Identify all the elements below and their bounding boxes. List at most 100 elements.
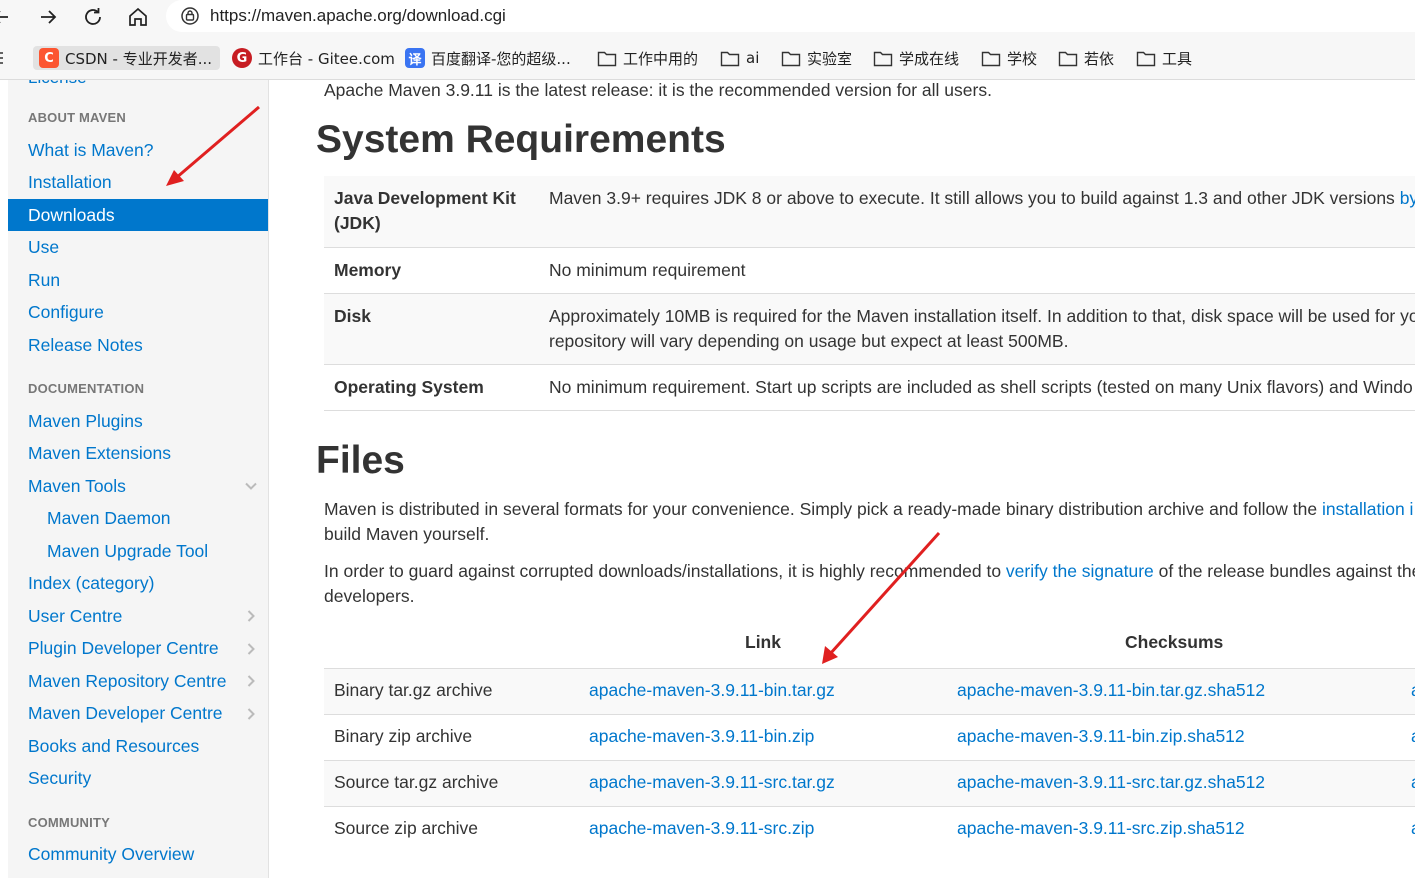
- download-link[interactable]: apache-maven-3.9.11-src.tar.gz: [589, 772, 835, 793]
- bookmark-label: ai: [746, 49, 760, 67]
- bookmark-folder-9[interactable]: 工具: [1136, 46, 1192, 70]
- file-type-label: Source zip archive: [334, 818, 478, 838]
- sidebar-item-label: User Centre: [28, 605, 123, 626]
- checksum-link[interactable]: apache-maven-3.9.11-src.tar.gz.sha512: [957, 772, 1265, 793]
- home-button[interactable]: [123, 3, 153, 31]
- sidebar-item-community-overview[interactable]: Community Overview: [8, 838, 268, 870]
- chevron-right-icon: [247, 675, 255, 687]
- signature-link[interactable]: a: [1411, 680, 1415, 701]
- checksum-link[interactable]: apache-maven-3.9.11-bin.tar.gz.sha512: [957, 680, 1265, 701]
- sidebar-item-release-notes[interactable]: Release Notes: [8, 329, 268, 361]
- bookmark-label: 若依: [1084, 49, 1115, 68]
- bookmarks-overflow-button[interactable]: [0, 46, 8, 70]
- sidebar-item-label: Community Overview: [28, 843, 195, 864]
- sidebar-header-about: ABOUT MAVEN: [28, 110, 127, 125]
- files-row-binary-tar-gz-archive: Binary tar.gz archive apache-maven-3.9.11…: [324, 668, 1415, 715]
- sidebar-item-plugin-developer-centre[interactable]: Plugin Developer Centre: [8, 633, 268, 665]
- bookmark-folder-8[interactable]: 若依: [1058, 46, 1114, 70]
- sidebar-item-installation[interactable]: Installation: [8, 167, 268, 199]
- sidebar-item-label: Maven Developer Centre: [28, 703, 223, 723]
- sidebar-item-license[interactable]: License: [28, 80, 87, 88]
- files-row-source-zip-archive: Source zip archive apache-maven-3.9.11-sr…: [324, 806, 1415, 853]
- download-link[interactable]: apache-maven-3.9.11-bin.zip: [589, 726, 814, 747]
- file-type-label: Source tar.gz archive: [334, 772, 499, 792]
- forward-button[interactable]: [33, 3, 63, 31]
- reload-icon: [85, 8, 101, 25]
- checksum-link[interactable]: apache-maven-3.9.11-src.zip.sha512: [957, 818, 1245, 839]
- paragraph-text: developers.: [324, 586, 415, 606]
- installation-link[interactable]: installation i: [1322, 499, 1413, 519]
- bookmark-folder-3[interactable]: 工作中用的: [597, 46, 698, 70]
- jdk-toolchains-link[interactable]: by: [1400, 188, 1415, 208]
- back-arrow-icon: [0, 11, 8, 23]
- sidebar-item-label: Books and Resources: [28, 735, 200, 756]
- sidebar-item-configure[interactable]: Configure: [8, 297, 268, 329]
- file-type-label: Binary tar.gz archive: [334, 680, 493, 700]
- sidebar-item-maven-tools[interactable]: Maven Tools: [8, 470, 268, 502]
- paragraph-text: Maven is distributed in several formats …: [324, 499, 1322, 519]
- folder-icon: [981, 50, 1001, 67]
- reading-list-icon: [0, 52, 3, 64]
- chevron-down-icon: [245, 482, 257, 490]
- bookmark-baidu-translate[interactable]: 译百度翻译-您的超级...: [405, 46, 571, 70]
- folder-icon: [1058, 50, 1078, 67]
- sidebar-item-what-is-maven[interactable]: What is Maven?: [8, 134, 268, 166]
- bookmark-folder-6[interactable]: 学成在线: [873, 46, 959, 70]
- sidebar-item-books-and-resources[interactable]: Books and Resources: [8, 730, 268, 762]
- sidebar-item-maven-extensions[interactable]: Maven Extensions: [8, 438, 268, 470]
- bookmark-label: 工作中用的: [623, 49, 699, 68]
- reload-button[interactable]: [78, 3, 108, 31]
- system-requirements-heading: System Requirements: [316, 118, 726, 161]
- download-link[interactable]: apache-maven-3.9.11-src.zip: [589, 818, 814, 839]
- info-icon[interactable]: [180, 6, 200, 31]
- sidebar-item-label: Release Notes: [28, 334, 143, 355]
- verify-paragraph: In order to guard against corrupted down…: [324, 559, 1415, 609]
- verify-signature-link[interactable]: verify the signature: [1006, 561, 1154, 581]
- sidebar-item-maven-developer-centre[interactable]: Maven Developer Centre: [8, 698, 268, 730]
- chevron-right-icon: [247, 642, 255, 655]
- sidebar-nav: License ABOUT MAVEN What is Maven? Instal…: [8, 80, 269, 878]
- sidebar-header-documentation: DOCUMENTATION: [28, 381, 145, 396]
- req-key: Operating System: [334, 377, 484, 397]
- sidebar-item-maven-repository-centre[interactable]: Maven Repository Centre: [8, 665, 268, 697]
- sidebar-item-label: Installation: [28, 172, 112, 192]
- url-text[interactable]: https://maven.apache.org/download.cgi: [210, 6, 506, 26]
- sidebar-item-label: Downloads: [28, 204, 115, 225]
- sidebar-header-community: COMMUNITY: [28, 815, 110, 830]
- sidebar-item-label: Maven Extensions: [28, 443, 171, 463]
- back-button[interactable]: [0, 3, 16, 31]
- sidebar-item-maven-daemon[interactable]: Maven Daemon: [8, 503, 268, 535]
- req-value: Maven 3.9+ requires JDK 8 or above to ex…: [549, 186, 1415, 211]
- bookmark-gitee[interactable]: G 工作台 - Gitee.com: [232, 46, 395, 70]
- address-bar[interactable]: https://maven.apache.org/download.cgi: [166, 0, 1415, 32]
- bookmark-label: 实验室: [807, 49, 853, 68]
- paragraph-text: of the release bundles against the: [1153, 561, 1415, 581]
- signature-link[interactable]: a: [1411, 772, 1415, 793]
- bookmark-label: CSDN - 专业开发者...: [65, 49, 213, 68]
- sidebar-item-security[interactable]: Security: [8, 763, 268, 795]
- checksum-link[interactable]: apache-maven-3.9.11-bin.zip.sha512: [957, 726, 1245, 747]
- files-row-source-tar-gz-archive: Source tar.gz archive apache-maven-3.9.11…: [324, 760, 1415, 807]
- sidebar-item-user-centre[interactable]: User Centre: [8, 600, 268, 632]
- sidebar-item-downloads[interactable]: Downloads: [8, 199, 268, 231]
- sidebar-item-maven-upgrade-tool[interactable]: Maven Upgrade Tool: [8, 535, 268, 567]
- req-row-memory: Memory No minimum requirement: [324, 248, 1415, 294]
- bookmark-label: 工具: [1162, 49, 1193, 68]
- sidebar-item-maven-plugins[interactable]: Maven Plugins: [8, 405, 268, 437]
- sidebar-item-index-category[interactable]: Index (category): [8, 568, 268, 600]
- sidebar-item-use[interactable]: Use: [8, 232, 268, 264]
- signature-link[interactable]: a: [1411, 818, 1415, 839]
- bookmark-folder-5[interactable]: 实验室: [781, 46, 852, 70]
- sidebar-item-label: Plugin Developer Centre: [28, 638, 219, 658]
- sidebar-item-label: Maven Repository Centre: [28, 670, 227, 691]
- download-link[interactable]: apache-maven-3.9.11-bin.tar.gz: [589, 680, 835, 701]
- bookmark-folder-4[interactable]: ai: [720, 46, 759, 70]
- signature-link[interactable]: a: [1411, 726, 1415, 747]
- bookmark-csdn[interactable]: C CSDN - 专业开发者...: [33, 46, 221, 70]
- paragraph-text: In order to guard against corrupted down…: [324, 561, 1006, 581]
- req-row-disk: Disk Approximately 10MB is required for …: [324, 294, 1415, 365]
- sidebar-item-label: Security: [28, 768, 92, 788]
- bookmark-folder-7[interactable]: 学校: [981, 46, 1037, 70]
- sidebar-item-run[interactable]: Run: [8, 264, 268, 296]
- sidebar-item-label: Configure: [28, 302, 104, 322]
